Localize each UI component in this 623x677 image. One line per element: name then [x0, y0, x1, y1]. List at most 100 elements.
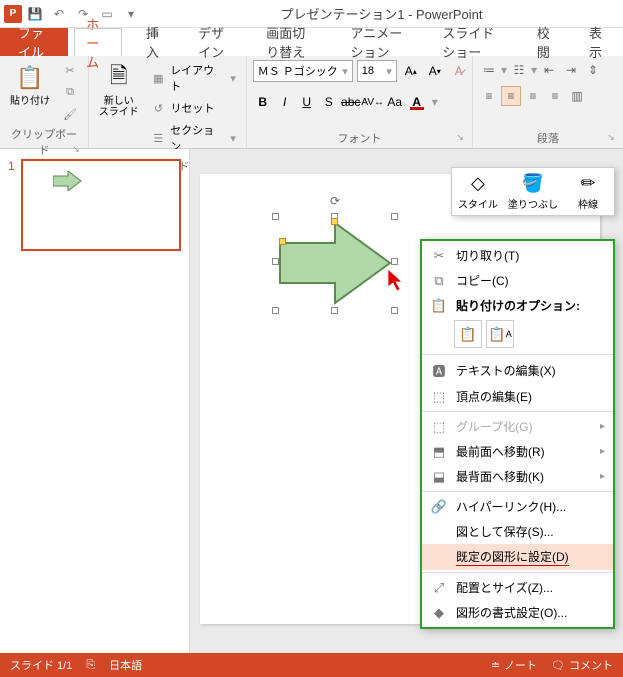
- paste-option-picture[interactable]: 📋A: [486, 320, 514, 348]
- mini-toolbar: ◇ スタイル 🪣 塗りつぶし ✏ 枠線: [451, 167, 615, 216]
- paste-option-theme[interactable]: 📋: [454, 320, 482, 348]
- ctx-edit-text[interactable]: 🅰テキストの編集(X): [422, 357, 613, 384]
- group-slides: 🗎 新しい スライド ▦レイアウト▾ ↺リセット ☰セクション▾ スライド: [89, 56, 247, 148]
- justify-button[interactable]: ≡: [545, 86, 565, 106]
- slide-canvas[interactable]: ⟳ ◇: [190, 149, 623, 653]
- ctx-send-back[interactable]: ⬓最背面へ移動(K)▸: [422, 464, 613, 489]
- italic-button[interactable]: I: [275, 92, 295, 112]
- shape-outline-button[interactable]: ✏ 枠線: [566, 172, 610, 211]
- paste-button[interactable]: 📋 貼り付け: [6, 60, 54, 109]
- align-center-button[interactable]: ≡: [501, 86, 521, 106]
- group-font: ＭＳ Ｐゴシック▾ 18▾ A▴ A▾ A̷ B I U S abc AV↔ A…: [247, 56, 473, 148]
- align-left-button[interactable]: ≡: [479, 86, 499, 106]
- resize-handle[interactable]: [272, 307, 279, 314]
- brush-icon: 🖌: [62, 106, 78, 122]
- ctx-edit-points[interactable]: ⬚頂点の編集(E): [422, 384, 613, 409]
- line-spacing-button[interactable]: ⇕: [583, 60, 603, 80]
- underline-button[interactable]: U: [297, 92, 317, 112]
- tab-animations[interactable]: アニメーション: [332, 28, 424, 56]
- copy-button[interactable]: ⧉: [58, 82, 82, 102]
- clear-formatting-button[interactable]: A̷: [449, 61, 469, 81]
- increase-indent-button[interactable]: ⇥: [561, 60, 581, 80]
- group-paragraph: ≔▾ ☷▾ ⇤ ⇥ ⇕ ≡ ≡ ≡ ≡ ▥ 段落↘: [473, 56, 623, 148]
- scissors-icon: ✂: [430, 248, 448, 264]
- font-color-button[interactable]: A: [407, 92, 427, 112]
- copy-icon: ⧉: [430, 273, 448, 289]
- adjust-handle[interactable]: [279, 238, 286, 245]
- comments-button[interactable]: 🗨 コメント: [551, 657, 613, 673]
- group-label-font: フォント↘: [253, 128, 466, 146]
- reset-icon: ↺: [150, 100, 166, 116]
- reset-button[interactable]: ↺リセット: [146, 98, 239, 118]
- selected-shape[interactable]: ⟳: [275, 216, 395, 311]
- ctx-format-shape[interactable]: ◆図形の書式設定(O)...: [422, 600, 613, 625]
- shape-fill-button[interactable]: 🪣 塗りつぶし: [508, 172, 558, 211]
- dialog-launcher-icon[interactable]: ↘: [605, 132, 617, 144]
- language-indicator[interactable]: 日本語: [109, 657, 142, 673]
- group-clipboard: 📋 貼り付け ✂ ⧉ 🖌 クリップボード↘: [0, 56, 89, 148]
- resize-handle[interactable]: [391, 258, 398, 265]
- numbering-button[interactable]: ☷: [509, 60, 529, 80]
- increase-font-button[interactable]: A▴: [401, 61, 421, 81]
- link-icon: 🔗: [430, 499, 448, 515]
- strikethrough-button[interactable]: abc: [341, 92, 361, 112]
- shadow-button[interactable]: S: [319, 92, 339, 112]
- dialog-launcher-icon[interactable]: ↘: [454, 132, 466, 144]
- dialog-launcher-icon[interactable]: ↘: [70, 144, 82, 156]
- arrow-shape[interactable]: [275, 218, 395, 308]
- resize-handle[interactable]: [272, 213, 279, 220]
- shape-style-button[interactable]: ◇ スタイル: [456, 172, 500, 211]
- undo-button[interactable]: ↶: [48, 3, 70, 25]
- section-icon: ☰: [150, 130, 166, 146]
- character-spacing-button[interactable]: AV↔: [363, 92, 383, 112]
- tab-view[interactable]: 表示: [571, 28, 623, 56]
- font-size-combo[interactable]: 18▾: [357, 60, 397, 82]
- notes-button[interactable]: ≐ ノート: [491, 657, 537, 673]
- ctx-bring-front[interactable]: ⬒最前面へ移動(R)▸: [422, 439, 613, 464]
- tab-file[interactable]: ファイル: [0, 28, 68, 56]
- size-icon: ⤢: [430, 580, 448, 596]
- resize-handle[interactable]: [391, 307, 398, 314]
- qat-customize-button[interactable]: ▾: [120, 3, 142, 25]
- powerpoint-icon: P: [4, 5, 22, 23]
- scissors-icon: ✂: [62, 62, 78, 78]
- status-bar: スライド 1/1 ⎘ 日本語 ≐ ノート 🗨 コメント: [0, 653, 623, 677]
- ctx-size-position[interactable]: ⤢配置とサイズ(Z)...: [422, 575, 613, 600]
- layout-button[interactable]: ▦レイアウト▾: [146, 60, 239, 96]
- spell-check-button[interactable]: ⎘: [86, 659, 95, 672]
- tab-transitions[interactable]: 画面切り替え: [248, 28, 332, 56]
- slide-thumbnail-1[interactable]: [21, 159, 181, 251]
- decrease-font-button[interactable]: A▾: [425, 61, 445, 81]
- ctx-cut[interactable]: ✂切り取り(T): [422, 243, 613, 268]
- tab-design[interactable]: デザイン: [180, 28, 248, 56]
- thumbnail-number: 1: [8, 159, 15, 251]
- format-painter-button[interactable]: 🖌: [58, 104, 82, 124]
- ctx-set-default-shape[interactable]: 既定の図形に設定(D): [422, 544, 613, 570]
- resize-handle[interactable]: [391, 213, 398, 220]
- columns-button[interactable]: ▥: [567, 86, 587, 106]
- group-icon: ⬚: [430, 419, 448, 435]
- cut-button[interactable]: ✂: [58, 60, 82, 80]
- tab-slideshow[interactable]: スライド ショー: [424, 28, 518, 56]
- slide-thumbnail-pane[interactable]: 1: [0, 149, 190, 653]
- ctx-copy[interactable]: ⧉コピー(C): [422, 268, 613, 293]
- tab-review[interactable]: 校閲: [519, 28, 571, 56]
- adjust-handle[interactable]: [331, 218, 338, 225]
- resize-handle[interactable]: [272, 258, 279, 265]
- change-case-button[interactable]: Aa: [385, 92, 405, 112]
- tab-home[interactable]: ホーム: [68, 28, 128, 56]
- slide-counter[interactable]: スライド 1/1: [10, 657, 72, 673]
- rotate-handle-icon[interactable]: ⟳: [330, 194, 340, 208]
- align-right-button[interactable]: ≡: [523, 86, 543, 106]
- group-label-paragraph: 段落↘: [479, 128, 617, 146]
- font-color-dropdown[interactable]: ▾: [429, 92, 441, 112]
- resize-handle[interactable]: [331, 307, 338, 314]
- save-button[interactable]: 💾: [24, 3, 46, 25]
- ctx-hyperlink[interactable]: 🔗ハイパーリンク(H)...: [422, 494, 613, 519]
- bold-button[interactable]: B: [253, 92, 273, 112]
- bullets-button[interactable]: ≔: [479, 60, 499, 80]
- font-name-combo[interactable]: ＭＳ Ｐゴシック▾: [253, 60, 353, 82]
- decrease-indent-button[interactable]: ⇤: [539, 60, 559, 80]
- ctx-save-picture[interactable]: 図として保存(S)...: [422, 519, 613, 544]
- tab-insert[interactable]: 挿入: [128, 28, 180, 56]
